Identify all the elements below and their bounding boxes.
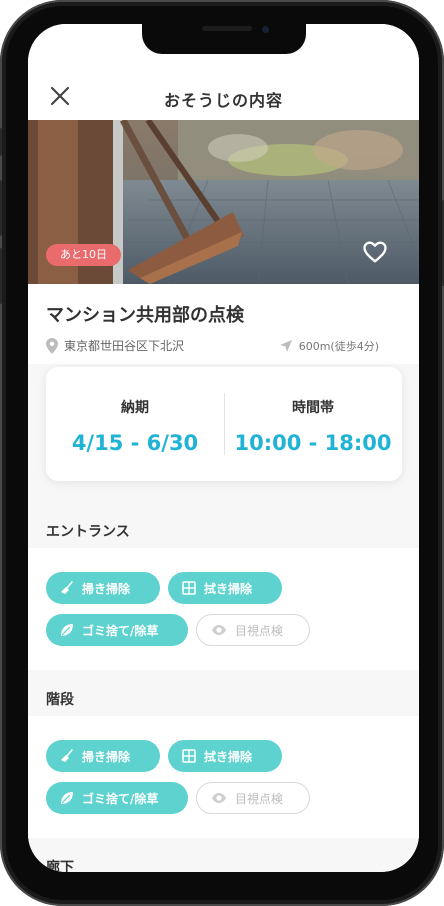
hero-image: あと10日 bbox=[28, 120, 419, 284]
days-left-badge: あと10日 bbox=[46, 244, 121, 266]
deadline-label: 納期 bbox=[121, 400, 149, 416]
navigation-arrow-icon bbox=[279, 340, 292, 352]
page-title: おそうじの内容 bbox=[163, 91, 283, 110]
speaker bbox=[202, 26, 252, 31]
section-title-corridor: 廊下 bbox=[46, 860, 74, 872]
broom-icon bbox=[61, 749, 73, 762]
phone-frame: おそうじの内容 あと10日 マンション共用部の点検 東京都世田谷区下北沢 600… bbox=[0, 0, 444, 906]
tag-visual-inspection[interactable]: 目視点検 bbox=[196, 782, 310, 814]
schedule-card: 納期 4/15 - 6/30 時間帯 10:00 - 18:00 bbox=[46, 367, 402, 481]
heart-icon[interactable] bbox=[361, 238, 389, 266]
location-text: 東京都世田谷区下北沢 bbox=[64, 339, 185, 353]
time-label: 時間帯 bbox=[292, 400, 334, 416]
leaf-icon bbox=[61, 792, 73, 804]
time-column: 時間帯 10:00 - 18:00 bbox=[224, 367, 402, 481]
tag-label: 掃き掃除 bbox=[82, 749, 131, 764]
eye-icon bbox=[212, 625, 226, 635]
notch bbox=[142, 24, 306, 54]
mute-switch bbox=[0, 128, 2, 156]
tag-label: 目視点検 bbox=[235, 791, 284, 806]
map-pin-icon bbox=[46, 337, 58, 354]
leaf-icon bbox=[61, 624, 73, 636]
tag-label: ゴミ捨て/除草 bbox=[82, 623, 159, 638]
volume-up-button bbox=[0, 180, 2, 236]
camera bbox=[262, 26, 269, 33]
tag-wiping[interactable]: 拭き掃除 bbox=[168, 572, 282, 604]
tag-visual-inspection[interactable]: 目視点検 bbox=[196, 614, 310, 646]
eye-icon bbox=[212, 793, 226, 803]
window-icon bbox=[182, 581, 196, 595]
section-tags-stairs: 掃き掃除 拭き掃除 ゴミ捨て/除草 目視点検 bbox=[28, 716, 419, 838]
tag-label: 拭き掃除 bbox=[204, 581, 253, 596]
deadline-column: 納期 4/15 - 6/30 bbox=[46, 367, 224, 481]
tag-label: 目視点検 bbox=[235, 623, 284, 638]
section-title-entrance: エントランス bbox=[46, 524, 130, 540]
section-tags-entrance: 掃き掃除 拭き掃除 ゴミ捨て/除草 目視点検 bbox=[28, 548, 419, 670]
distance-text: 600m(徒歩4分) bbox=[298, 340, 379, 353]
volume-down-button bbox=[0, 248, 2, 304]
tag-label: ゴミ捨て/除草 bbox=[82, 791, 159, 806]
screen: おそうじの内容 あと10日 マンション共用部の点検 東京都世田谷区下北沢 600… bbox=[28, 24, 419, 872]
section-title-stairs: 階段 bbox=[46, 692, 74, 708]
tag-trash-weeding[interactable]: ゴミ捨て/除草 bbox=[46, 782, 188, 814]
tag-sweeping[interactable]: 掃き掃除 bbox=[46, 740, 160, 772]
broom-icon bbox=[61, 581, 73, 594]
tag-wiping[interactable]: 拭き掃除 bbox=[168, 740, 282, 772]
tag-trash-weeding[interactable]: ゴミ捨て/除草 bbox=[46, 614, 188, 646]
time-value: 10:00 - 18:00 bbox=[234, 431, 392, 455]
window-icon bbox=[182, 749, 196, 763]
job-title: マンション共用部の点検 bbox=[46, 305, 244, 326]
tag-label: 拭き掃除 bbox=[204, 749, 253, 764]
distance: 600m(徒歩4分) bbox=[279, 338, 379, 354]
tag-sweeping[interactable]: 掃き掃除 bbox=[46, 572, 160, 604]
tag-label: 掃き掃除 bbox=[82, 581, 131, 596]
location: 東京都世田谷区下北沢 bbox=[46, 337, 184, 354]
deadline-value: 4/15 - 6/30 bbox=[71, 431, 199, 455]
